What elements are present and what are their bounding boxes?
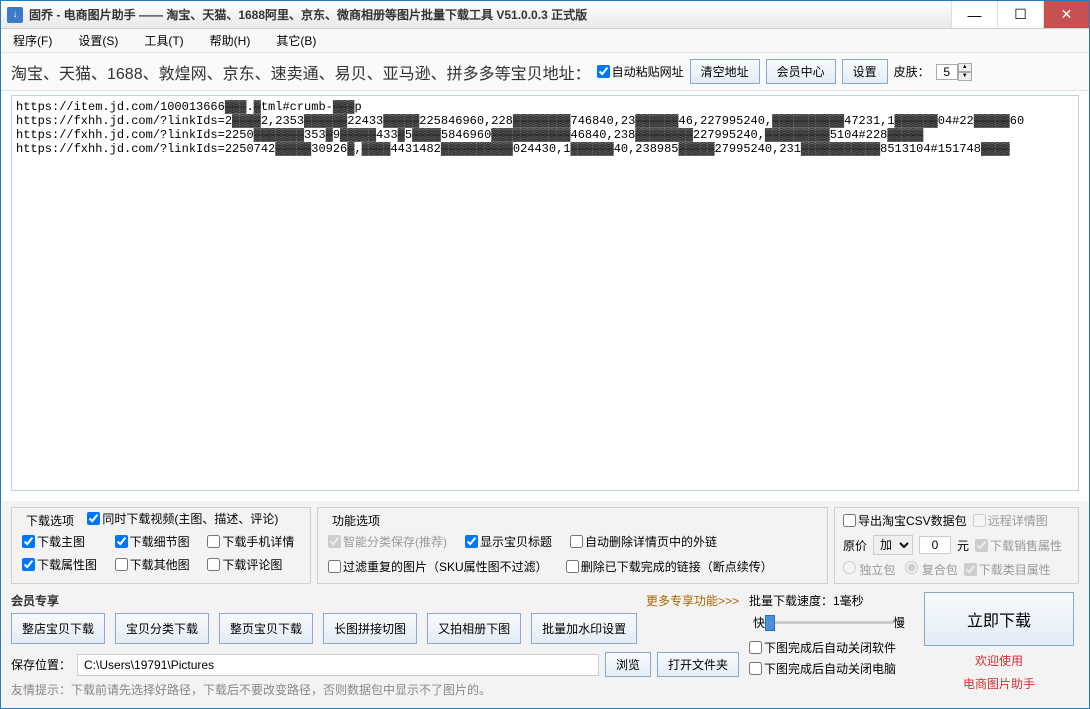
export-csv-checkbox[interactable]: 导出淘宝CSV数据包 — [843, 512, 967, 529]
app-icon: ↓ — [7, 7, 23, 23]
price-op-select[interactable]: 加 — [873, 535, 913, 555]
menu-settings[interactable]: 设置(S) — [74, 30, 122, 51]
member-center-button[interactable]: 会员中心 — [766, 59, 836, 84]
main-img-checkbox[interactable]: 下载主图 — [22, 533, 103, 550]
close-button[interactable]: ✕ — [1043, 1, 1089, 28]
more-member-link[interactable]: 更多专享功能>>> — [646, 592, 739, 609]
download-options-title: 下载选项 — [26, 514, 74, 528]
show-title-checkbox[interactable]: 显示宝贝标题 — [465, 533, 552, 550]
del-external-checkbox[interactable]: 自动删除详情页中的外链 — [570, 533, 717, 550]
maximize-button[interactable]: ☐ — [997, 1, 1043, 28]
save-label: 保存位置： — [11, 656, 71, 673]
price-value-input[interactable] — [919, 536, 951, 554]
video-checkbox[interactable]: 同时下载视频(主图、描述、评论) — [87, 510, 278, 527]
titlebar: ↓ 固乔 - 电商图片助手 —— 淘宝、天猫、1688阿里、京东、微商相册等图片… — [1, 1, 1089, 29]
save-path-input[interactable] — [77, 654, 599, 676]
skin-down[interactable]: ▼ — [958, 72, 972, 81]
skin-input[interactable] — [936, 64, 958, 80]
whole-store-button[interactable]: 整店宝贝下载 — [11, 613, 105, 644]
member-title: 会员专享 — [11, 592, 59, 609]
open-folder-button[interactable]: 打开文件夹 — [657, 652, 739, 677]
url-label: 淘宝、天猫、1688、敦煌网、京东、速卖通、易贝、亚马逊、拼多多等宝贝地址： — [11, 60, 591, 84]
minimize-button[interactable]: — — [951, 1, 997, 28]
speed-label: 批量下载速度：1毫秒 — [749, 592, 909, 609]
menu-other[interactable]: 其它(B) — [272, 30, 320, 51]
close-pc-checkbox[interactable]: 下图完成后自动关闭电脑 — [749, 660, 909, 677]
close-soft-checkbox[interactable]: 下图完成后自动关闭软件 — [749, 639, 909, 656]
menu-help[interactable]: 帮助(H) — [206, 30, 255, 51]
welcome-line1: 欢迎使用 — [975, 652, 1023, 669]
url-textarea[interactable] — [11, 95, 1079, 491]
radio-combo: 复合包 — [905, 561, 957, 578]
start-download-button[interactable]: 立即下载 — [924, 592, 1074, 646]
detail-img-checkbox[interactable]: 下载细节图 — [115, 533, 196, 550]
remote-detail-checkbox: 远程详情图 — [973, 512, 1048, 529]
watermark-button[interactable]: 批量加水印设置 — [531, 613, 637, 644]
browse-button[interactable]: 浏览 — [605, 652, 651, 677]
radio-indep: 独立包 — [843, 561, 895, 578]
other-img-checkbox[interactable]: 下载其他图 — [115, 556, 196, 573]
smart-save-checkbox: 智能分类保存(推荐) — [328, 533, 447, 550]
orig-price-label: 原价 — [843, 537, 867, 554]
comment-img-checkbox[interactable]: 下载评论图 — [207, 556, 300, 573]
welcome-line2: 电商图片助手 — [963, 675, 1035, 692]
speed-fast-label: 快 — [753, 614, 765, 631]
price-unit: 元 — [957, 537, 969, 554]
dl-sale-attr-checkbox: 下载销售属性 — [975, 537, 1062, 554]
menu-tools[interactable]: 工具(T) — [140, 30, 187, 51]
long-img-button[interactable]: 长图拼接切图 — [323, 613, 417, 644]
menubar: 程序(F) 设置(S) 工具(T) 帮助(H) 其它(B) — [1, 29, 1089, 53]
speed-slow-label: 慢 — [893, 614, 905, 631]
cat-download-button[interactable]: 宝贝分类下载 — [115, 613, 209, 644]
hint-text: 友情提示：下载前请先选择好路径，下载后不要改变路径，否则数据包中显示不了图片的。 — [11, 681, 739, 698]
skin-up[interactable]: ▲ — [958, 63, 972, 72]
menu-program[interactable]: 程序(F) — [9, 30, 56, 51]
whole-page-button[interactable]: 整页宝贝下载 — [219, 613, 313, 644]
func-options-title: 功能选项 — [328, 512, 384, 529]
auto-paste-checkbox[interactable]: 自动粘贴网址 — [597, 63, 684, 80]
mobile-detail-checkbox[interactable]: 下载手机详情 — [207, 533, 300, 550]
speed-thumb[interactable] — [765, 615, 775, 631]
attr-img-checkbox[interactable]: 下载属性图 — [22, 556, 103, 573]
window-title: 固乔 - 电商图片助手 —— 淘宝、天猫、1688阿里、京东、微商相册等图片批量… — [29, 6, 951, 23]
youpai-button[interactable]: 又拍相册下图 — [427, 613, 521, 644]
del-done-links-checkbox[interactable]: 删除已下载完成的链接（断点续传） — [566, 558, 773, 575]
skin-label: 皮肤： — [894, 63, 930, 80]
filter-dup-checkbox[interactable]: 过滤重复的图片（SKU属性图不过滤） — [328, 558, 548, 575]
settings-button[interactable]: 设置 — [842, 59, 888, 84]
dl-cat-attr-checkbox: 下载类目属性 — [964, 561, 1051, 578]
speed-slider[interactable] — [765, 621, 893, 624]
clear-url-button[interactable]: 清空地址 — [690, 59, 760, 84]
